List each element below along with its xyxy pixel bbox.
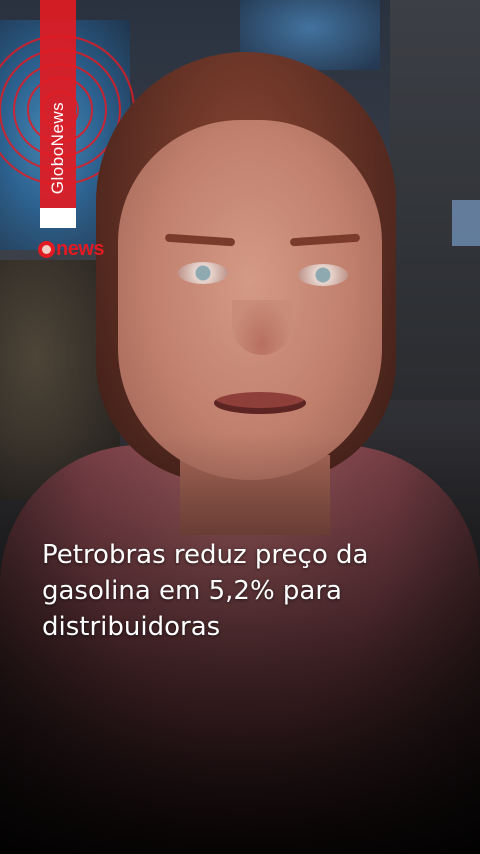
presenter-left-eye [178, 262, 228, 284]
channel-tag-accent [40, 208, 76, 228]
presenter-right-eye [298, 264, 348, 286]
gnews-logo-text: news [56, 238, 105, 260]
headline-line: gasolina em 5,2% para [42, 576, 342, 606]
news-headline: Petrobras reduz preço da gasolina em 5,2… [42, 537, 422, 645]
headline-line: distribuidoras [42, 612, 221, 642]
headline-line: Petrobras reduz preço da [42, 540, 369, 570]
video-frame[interactable]: GloboNews news Petrobras reduz preço da … [0, 0, 480, 854]
channel-tag-label: GloboNews [48, 101, 67, 195]
globo-circle-icon [38, 241, 55, 258]
studio-light [452, 200, 480, 246]
presenter-mouth [214, 392, 306, 414]
gnews-logo: news [38, 238, 105, 261]
